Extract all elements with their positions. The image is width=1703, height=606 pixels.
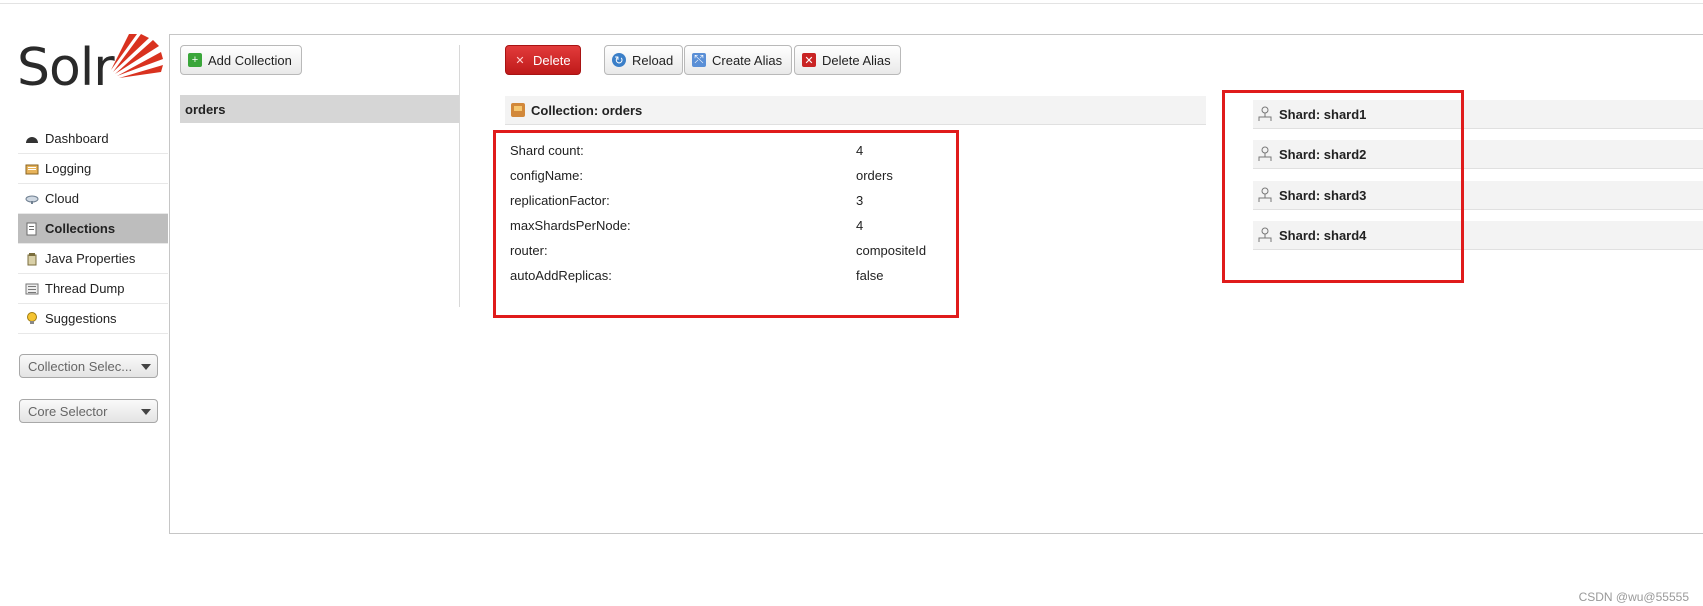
property-value: 3 bbox=[856, 193, 864, 208]
sidebar-item-suggestions[interactable]: Suggestions bbox=[18, 304, 168, 334]
sidebar-item-cloud[interactable]: Cloud bbox=[18, 184, 168, 214]
watermark-text: CSDN @wu@55555 bbox=[1578, 590, 1689, 604]
property-key: router: bbox=[510, 243, 548, 258]
collection-list-item-orders[interactable]: orders bbox=[180, 95, 459, 123]
sidebar-item-label: Cloud bbox=[45, 191, 79, 206]
property-row: Shard count: 4 bbox=[510, 143, 930, 163]
shard-label: Shard: shard3 bbox=[1279, 187, 1367, 203]
solr-sunburst-icon bbox=[111, 34, 163, 78]
collection-box-icon bbox=[511, 103, 525, 117]
collection-header-title: Collection: orders bbox=[531, 102, 643, 118]
sidebar-item-collections[interactable]: Collections bbox=[18, 214, 168, 244]
delete-button[interactable]: ✕ Delete bbox=[505, 45, 581, 75]
dashboard-icon bbox=[24, 131, 40, 147]
property-row: maxShardsPerNode: 4 bbox=[510, 218, 930, 238]
thread-dump-icon bbox=[24, 281, 40, 297]
chevron-down-icon bbox=[141, 364, 151, 370]
create-alias-button[interactable]: ⤲ Create Alias bbox=[684, 45, 793, 75]
shard-row-shard4[interactable]: Shard: shard4 bbox=[1253, 221, 1703, 250]
collection-name: orders bbox=[185, 101, 226, 117]
property-key: maxShardsPerNode: bbox=[510, 218, 631, 233]
chevron-down-icon bbox=[141, 409, 151, 415]
shard-row-shard1[interactable]: Shard: shard1 bbox=[1253, 100, 1703, 129]
sidebar-item-label: Java Properties bbox=[45, 251, 136, 266]
delete-alias-label: Delete Alias bbox=[822, 52, 891, 68]
sidebar-item-thread-dump[interactable]: Thread Dump bbox=[18, 274, 168, 304]
sidebar-item-label: Logging bbox=[45, 161, 92, 176]
property-key: Shard count: bbox=[510, 143, 584, 158]
column-divider bbox=[459, 45, 460, 307]
top-border bbox=[0, 3, 1703, 4]
reload-label: Reload bbox=[632, 52, 674, 68]
core-selector[interactable]: Core Selector bbox=[19, 399, 158, 423]
shard-row-shard3[interactable]: Shard: shard3 bbox=[1253, 181, 1703, 210]
plus-icon: + bbox=[188, 53, 202, 67]
delete-x-icon: ✕ bbox=[515, 54, 525, 67]
property-row: router: compositeId bbox=[510, 243, 930, 263]
collection-selector-value: Collection Selec... bbox=[28, 358, 133, 374]
property-key: configName: bbox=[510, 168, 583, 183]
property-key: autoAddReplicas: bbox=[510, 268, 612, 283]
shard-row-shard2[interactable]: Shard: shard2 bbox=[1253, 140, 1703, 169]
shard-icon bbox=[1257, 187, 1273, 203]
solr-logo[interactable]: Solr bbox=[17, 32, 163, 102]
sidebar-item-dashboard[interactable]: Dashboard bbox=[18, 124, 168, 154]
shard-label: Shard: shard4 bbox=[1279, 227, 1367, 243]
lightbulb-icon bbox=[24, 311, 40, 327]
collection-selector[interactable]: Collection Selec... bbox=[19, 354, 158, 378]
delete-label: Delete bbox=[533, 52, 571, 68]
delete-alias-button[interactable]: ✕ Delete Alias bbox=[794, 45, 901, 75]
property-value: compositeId bbox=[856, 243, 927, 258]
sidebar-nav: Dashboard Logging Cloud Collections Java… bbox=[18, 124, 168, 334]
property-value: orders bbox=[856, 168, 893, 183]
shard-label: Shard: shard1 bbox=[1279, 106, 1367, 122]
property-row: configName: orders bbox=[510, 168, 930, 188]
add-collection-button[interactable]: + Add Collection bbox=[180, 45, 302, 75]
cloud-icon bbox=[24, 191, 40, 207]
sidebar-item-logging[interactable]: Logging bbox=[18, 154, 168, 184]
property-value: 4 bbox=[856, 143, 864, 158]
shard-icon bbox=[1257, 227, 1273, 243]
property-row: autoAddReplicas: false bbox=[510, 268, 930, 288]
sidebar-item-label: Thread Dump bbox=[45, 281, 125, 296]
sidebar-item-java-properties[interactable]: Java Properties bbox=[18, 244, 168, 274]
core-selector-value: Core Selector bbox=[28, 403, 108, 419]
shard-label: Shard: shard2 bbox=[1279, 146, 1367, 162]
property-key: replicationFactor: bbox=[510, 193, 610, 208]
logo-text: Solr bbox=[17, 38, 115, 98]
sidebar-item-label: Collections bbox=[45, 221, 116, 236]
create-alias-label: Create Alias bbox=[712, 52, 783, 68]
logging-icon bbox=[24, 161, 40, 177]
collections-icon bbox=[24, 221, 40, 237]
reload-button[interactable]: ↻ Reload bbox=[604, 45, 684, 75]
add-collection-label: Add Collection bbox=[208, 52, 292, 68]
shard-icon bbox=[1257, 146, 1273, 162]
shard-icon bbox=[1257, 106, 1273, 122]
collection-header: Collection: orders bbox=[505, 96, 1206, 125]
delete-alias-icon: ✕ bbox=[802, 53, 816, 67]
reload-icon: ↻ bbox=[612, 53, 626, 67]
sidebar-item-label: Suggestions bbox=[45, 311, 117, 326]
create-alias-icon: ⤲ bbox=[692, 53, 706, 67]
property-value: false bbox=[856, 268, 884, 283]
property-row: replicationFactor: 3 bbox=[510, 193, 930, 213]
java-icon bbox=[24, 251, 40, 267]
property-value: 4 bbox=[856, 218, 864, 233]
sidebar-item-label: Dashboard bbox=[45, 131, 109, 146]
